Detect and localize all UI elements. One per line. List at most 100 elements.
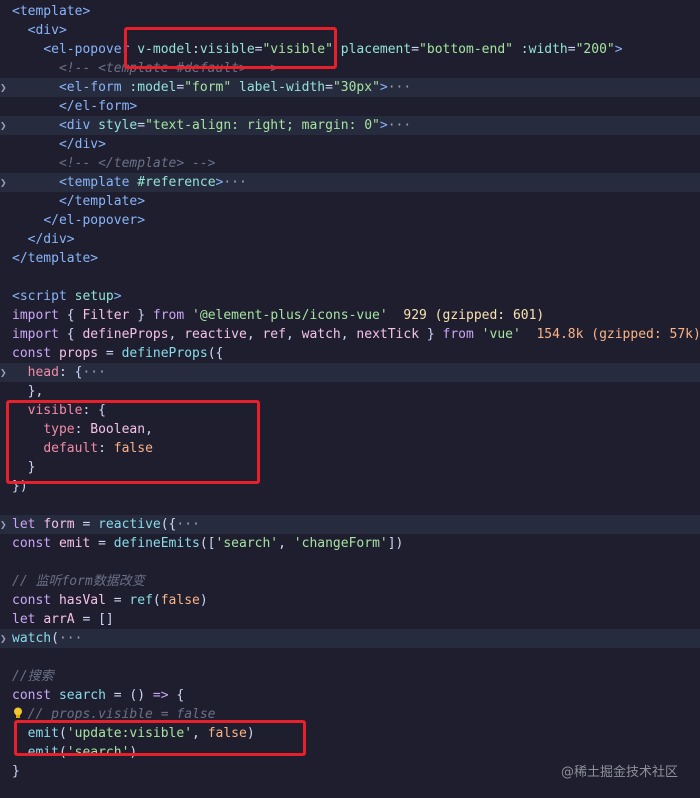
code-line[interactable]: <!-- <template #default> -->	[0, 59, 700, 78]
code-token: ···	[176, 517, 200, 532]
code-token: nextTick	[356, 327, 420, 342]
code-token: (	[51, 631, 59, 646]
code-line[interactable]	[0, 553, 700, 572]
code-line[interactable]	[0, 496, 700, 515]
code-token: from	[152, 308, 185, 323]
code-token: const	[12, 346, 52, 361]
code-line[interactable]: //搜索	[0, 667, 700, 686]
code-line[interactable]: },	[0, 382, 700, 401]
code-token: = ()	[105, 688, 153, 703]
code-text: const emit = defineEmits(['search', 'cha…	[12, 534, 403, 553]
code-line[interactable]: ❯ watch(···	[0, 629, 700, 648]
code-line[interactable]: const search = () => {	[0, 686, 700, 705]
code-line[interactable]: </div>	[0, 230, 700, 249]
code-text: let form = reactive({···	[12, 515, 200, 534]
code-line[interactable]: <div>	[0, 21, 700, 40]
fold-chevron-icon[interactable]: ❯	[0, 177, 8, 188]
code-token: defineEmits	[113, 536, 200, 551]
code-token: label-width	[239, 80, 326, 95]
code-line[interactable]: <template>	[0, 2, 700, 21]
code-line[interactable]: </el-form>	[0, 97, 700, 116]
code-token: watch	[301, 327, 341, 342]
code-token: "form"	[184, 80, 232, 95]
code-line[interactable]: let arrA = []	[0, 610, 700, 629]
code-token: '@element-plus/icons-vue'	[192, 308, 388, 323]
code-token: >	[379, 80, 388, 95]
code-line[interactable]: </template>	[0, 192, 700, 211]
code-line[interactable]: const hasVal = ref(false)	[0, 591, 700, 610]
code-token: {	[58, 327, 83, 342]
code-text: const search = () => {	[12, 686, 184, 705]
code-line[interactable]: <el-popover v-model:visible="visible" pl…	[0, 40, 700, 59]
code-token: search	[58, 688, 106, 703]
code-line[interactable]: ❯ head: {···	[0, 363, 700, 382]
fold-chevron-icon[interactable]: ❯	[0, 367, 8, 378]
code-line[interactable]: </el-popover>	[0, 211, 700, 230]
code-line[interactable]: </div>	[0, 135, 700, 154]
code-token: )	[199, 593, 208, 608]
code-token: reactive	[98, 517, 161, 532]
code-line[interactable]: ❯ let form = reactive({···	[0, 515, 700, 534]
code-token: ···	[387, 80, 412, 95]
code-line[interactable]: import { Filter } from '@element-plus/ic…	[0, 306, 700, 325]
code-token: "30px"	[332, 80, 380, 95]
code-line[interactable]	[0, 268, 700, 287]
code-text: watch(···	[12, 629, 82, 648]
fold-chevron-icon[interactable]: ❯	[0, 519, 8, 530]
lightbulb-icon[interactable]	[13, 707, 23, 719]
code-token: "text-align: right; margin: 0"	[145, 118, 380, 133]
code-token: <script	[12, 289, 75, 304]
code-text: </template>	[12, 249, 98, 268]
code-text: import { Filter } from '@element-plus/ic…	[12, 306, 544, 325]
code-token: :model	[129, 80, 177, 95]
code-token: "200"	[575, 42, 615, 57]
fold-chevron-icon[interactable]: ❯	[0, 120, 8, 131]
code-line[interactable]: </template>	[0, 249, 700, 268]
code-text: import { defineProps, reactive, ref, wat…	[12, 325, 700, 344]
code-line[interactable]: ❯ <el-form :model="form" label-width="30…	[0, 78, 700, 97]
code-text: let arrA = []	[12, 610, 114, 629]
code-token: ({	[207, 346, 224, 361]
annotation-box-visible-prop	[6, 400, 260, 484]
fold-chevron-icon[interactable]: ❯	[0, 82, 8, 93]
code-editor[interactable]: <template> <div> <el-popover v-model:vis…	[0, 0, 700, 798]
code-token: <div	[58, 118, 99, 133]
code-token: 154.8k (gzipped: 57k)	[536, 327, 700, 342]
code-text: </div>	[12, 230, 75, 249]
code-text: // 监听form数据改变	[12, 572, 145, 591]
code-token: }	[12, 764, 20, 779]
code-token: const	[12, 688, 52, 703]
code-line[interactable]: const emit = defineEmits(['search', 'cha…	[0, 534, 700, 553]
code-text: <div>	[12, 21, 67, 40]
code-token: 'vue'	[481, 327, 521, 342]
code-token: 929 (gzipped: 601)	[403, 308, 545, 323]
code-token: = []	[74, 612, 114, 627]
fold-chevron-icon[interactable]: ❯	[0, 633, 8, 644]
code-text: <template>	[12, 2, 90, 21]
code-token: //搜索	[12, 669, 54, 684]
code-token: 'changeForm'	[293, 536, 388, 551]
code-line[interactable]: ❯ <div style="text-align: right; margin:…	[0, 116, 700, 135]
code-token: ···	[82, 365, 106, 380]
code-line[interactable]: <!-- </template> -->	[0, 154, 700, 173]
code-text: },	[12, 382, 44, 401]
code-token: },	[12, 384, 44, 399]
code-line[interactable]: const props = defineProps({	[0, 344, 700, 363]
code-line[interactable]: import { defineProps, reactive, ref, wat…	[0, 325, 700, 344]
code-line[interactable]: ❯ <template #reference>···	[0, 173, 700, 192]
code-line[interactable]: <script setup>	[0, 287, 700, 306]
code-line[interactable]: // 监听form数据改变	[0, 572, 700, 591]
code-line[interactable]	[0, 648, 700, 667]
code-token: let	[12, 517, 36, 532]
